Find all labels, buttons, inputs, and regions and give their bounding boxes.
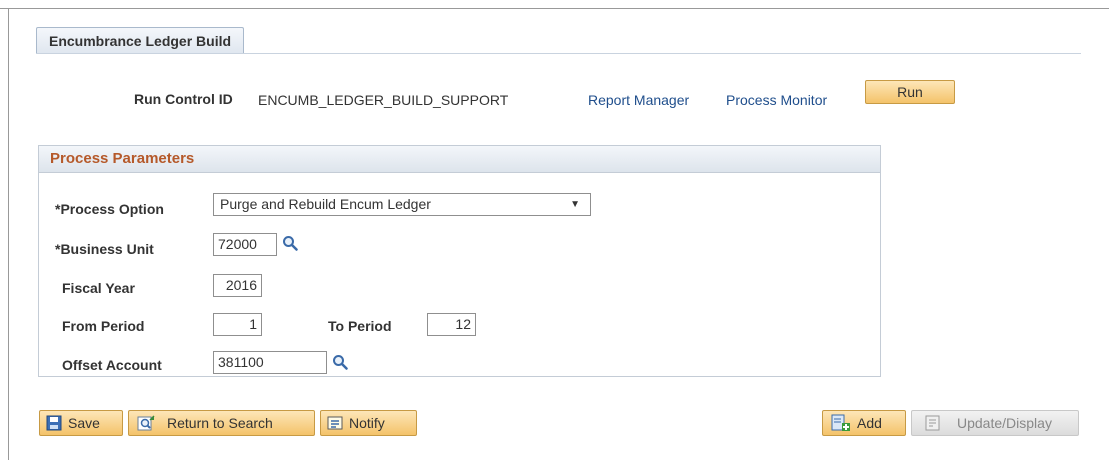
update-display-icon: [925, 415, 940, 431]
offset-account-label: Offset Account: [62, 357, 162, 373]
notify-label: Notify: [349, 415, 385, 431]
tab-encumbrance-ledger-build[interactable]: Encumbrance Ledger Build: [36, 27, 245, 54]
add-button[interactable]: Add: [822, 410, 906, 436]
offset-account-input[interactable]: 381100: [213, 351, 327, 374]
run-button[interactable]: Run: [865, 80, 955, 104]
return-to-search-button[interactable]: Return to Search: [128, 410, 315, 436]
run-control-label: Run Control ID: [134, 91, 233, 107]
business-unit-input[interactable]: 72000: [213, 233, 277, 256]
run-control-value: ENCUMB_LEDGER_BUILD_SUPPORT: [258, 92, 509, 108]
process-option-label: *Process Option: [55, 201, 164, 217]
notify-icon: [327, 416, 343, 430]
process-parameters-group: Process Parameters: [38, 145, 881, 377]
page-frame-top: [0, 8, 1109, 9]
business-unit-lookup-icon[interactable]: [282, 235, 298, 251]
from-period-label: From Period: [62, 318, 145, 334]
save-button[interactable]: Save: [39, 410, 123, 436]
update-display-button: Update/Display: [911, 410, 1079, 436]
update-display-label: Update/Display: [957, 415, 1052, 431]
to-period-input[interactable]: 12: [427, 313, 476, 336]
report-manager-link[interactable]: Report Manager: [588, 92, 689, 108]
process-option-select[interactable]: Purge and Rebuild Encum Ledger ▼: [213, 193, 591, 216]
fiscal-year-label: Fiscal Year: [62, 280, 135, 296]
process-monitor-link[interactable]: Process Monitor: [726, 92, 827, 108]
business-unit-label: *Business Unit: [55, 241, 154, 257]
return-to-search-label: Return to Search: [167, 415, 273, 431]
from-period-input[interactable]: 1: [213, 313, 262, 336]
process-parameters-title: Process Parameters: [50, 150, 195, 167]
notify-button[interactable]: Notify: [320, 410, 417, 436]
add-document-icon: [831, 414, 850, 431]
page-frame-left: [8, 8, 9, 460]
offset-account-lookup-icon[interactable]: [332, 354, 348, 370]
to-period-label: To Period: [328, 318, 392, 334]
fiscal-year-input[interactable]: 2016: [213, 274, 262, 297]
dropdown-arrow-icon: ▼: [570, 199, 580, 210]
process-parameters-header: Process Parameters: [39, 146, 880, 173]
save-label: Save: [68, 415, 100, 431]
add-label: Add: [857, 415, 882, 431]
tab-divider: [36, 53, 1081, 54]
search-return-icon: [137, 415, 155, 431]
floppy-disk-icon: [46, 415, 62, 431]
process-option-value: Purge and Rebuild Encum Ledger: [220, 196, 431, 212]
